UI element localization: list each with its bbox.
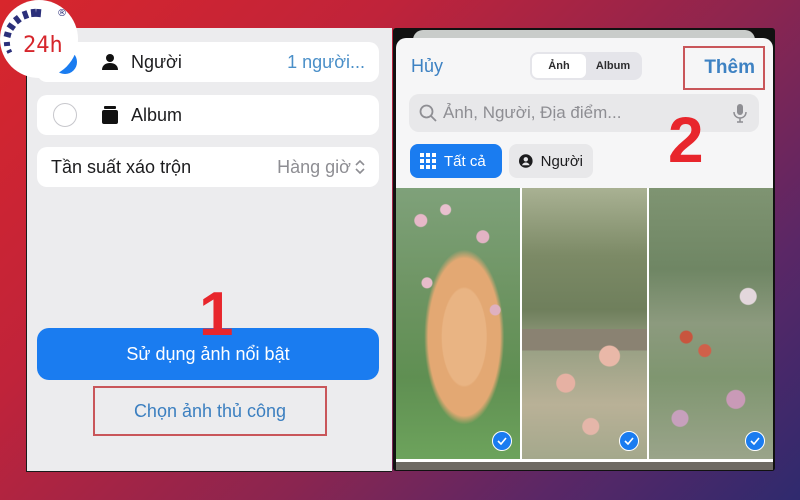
- filter-chip-people-label: Người: [540, 152, 583, 170]
- segment-photos[interactable]: Ảnh: [532, 54, 586, 78]
- add-button[interactable]: Thêm: [683, 46, 765, 90]
- search-bar[interactable]: [409, 94, 759, 132]
- chevron-updown-icon: [355, 159, 365, 175]
- album-stack-icon: [99, 104, 121, 126]
- search-icon: [419, 104, 437, 122]
- left-phone-screen: Người 1 người... Album Tần suất xáo trộn…: [26, 28, 392, 472]
- shuffle-frequency-label: Tần suất xáo trộn: [51, 156, 192, 177]
- photo-thumbnail-cat[interactable]: [396, 188, 521, 459]
- registered-mark: ®: [57, 8, 67, 19]
- selected-check-icon[interactable]: [744, 431, 765, 451]
- person-icon: [99, 51, 121, 73]
- person-circle-icon: [519, 154, 533, 168]
- photo-thumbnail-bench[interactable]: [522, 188, 647, 459]
- photos-albums-segmented-control: Ảnh Album: [530, 52, 642, 80]
- shuffle-frequency-value: Hàng giờ: [277, 156, 351, 177]
- next-photo-row-peek: [396, 462, 773, 470]
- grid-icon: [420, 153, 436, 169]
- step-marker-1: 1: [199, 280, 234, 349]
- segment-albums[interactable]: Album: [586, 54, 640, 78]
- choose-photos-manually-button[interactable]: Chọn ảnh thủ công: [93, 386, 327, 436]
- row-people-label: Người: [131, 51, 182, 72]
- radio-album[interactable]: [53, 103, 77, 127]
- row-album[interactable]: Album: [37, 95, 379, 135]
- row-people-value[interactable]: 1 người...: [287, 52, 365, 73]
- selected-check-icon[interactable]: [618, 431, 639, 451]
- row-album-label: Album: [131, 104, 183, 125]
- row-people[interactable]: Người 1 người...: [37, 42, 379, 82]
- brand-logo: 24h ®: [0, 0, 78, 78]
- photo-picker-sheet: Hủy Ảnh Album Thêm Tất cả Người: [396, 38, 773, 470]
- selected-check-icon[interactable]: [492, 431, 513, 451]
- photo-grid: [396, 188, 773, 470]
- svg-text:24h: 24h: [23, 33, 63, 58]
- step-marker-2: 2: [668, 104, 704, 176]
- shuffle-frequency-select[interactable]: Hàng giờ: [277, 157, 365, 178]
- shuffle-frequency-row[interactable]: Tần suất xáo trộn Hàng giờ: [37, 147, 379, 187]
- filter-chip-all[interactable]: Tất cả: [410, 144, 502, 178]
- filter-chip-all-label: Tất cả: [444, 152, 486, 170]
- filter-chip-people[interactable]: Người: [509, 144, 593, 178]
- microphone-icon[interactable]: [733, 103, 747, 123]
- photo-thumbnail-garden[interactable]: [648, 188, 773, 459]
- cancel-button[interactable]: Hủy: [411, 56, 443, 77]
